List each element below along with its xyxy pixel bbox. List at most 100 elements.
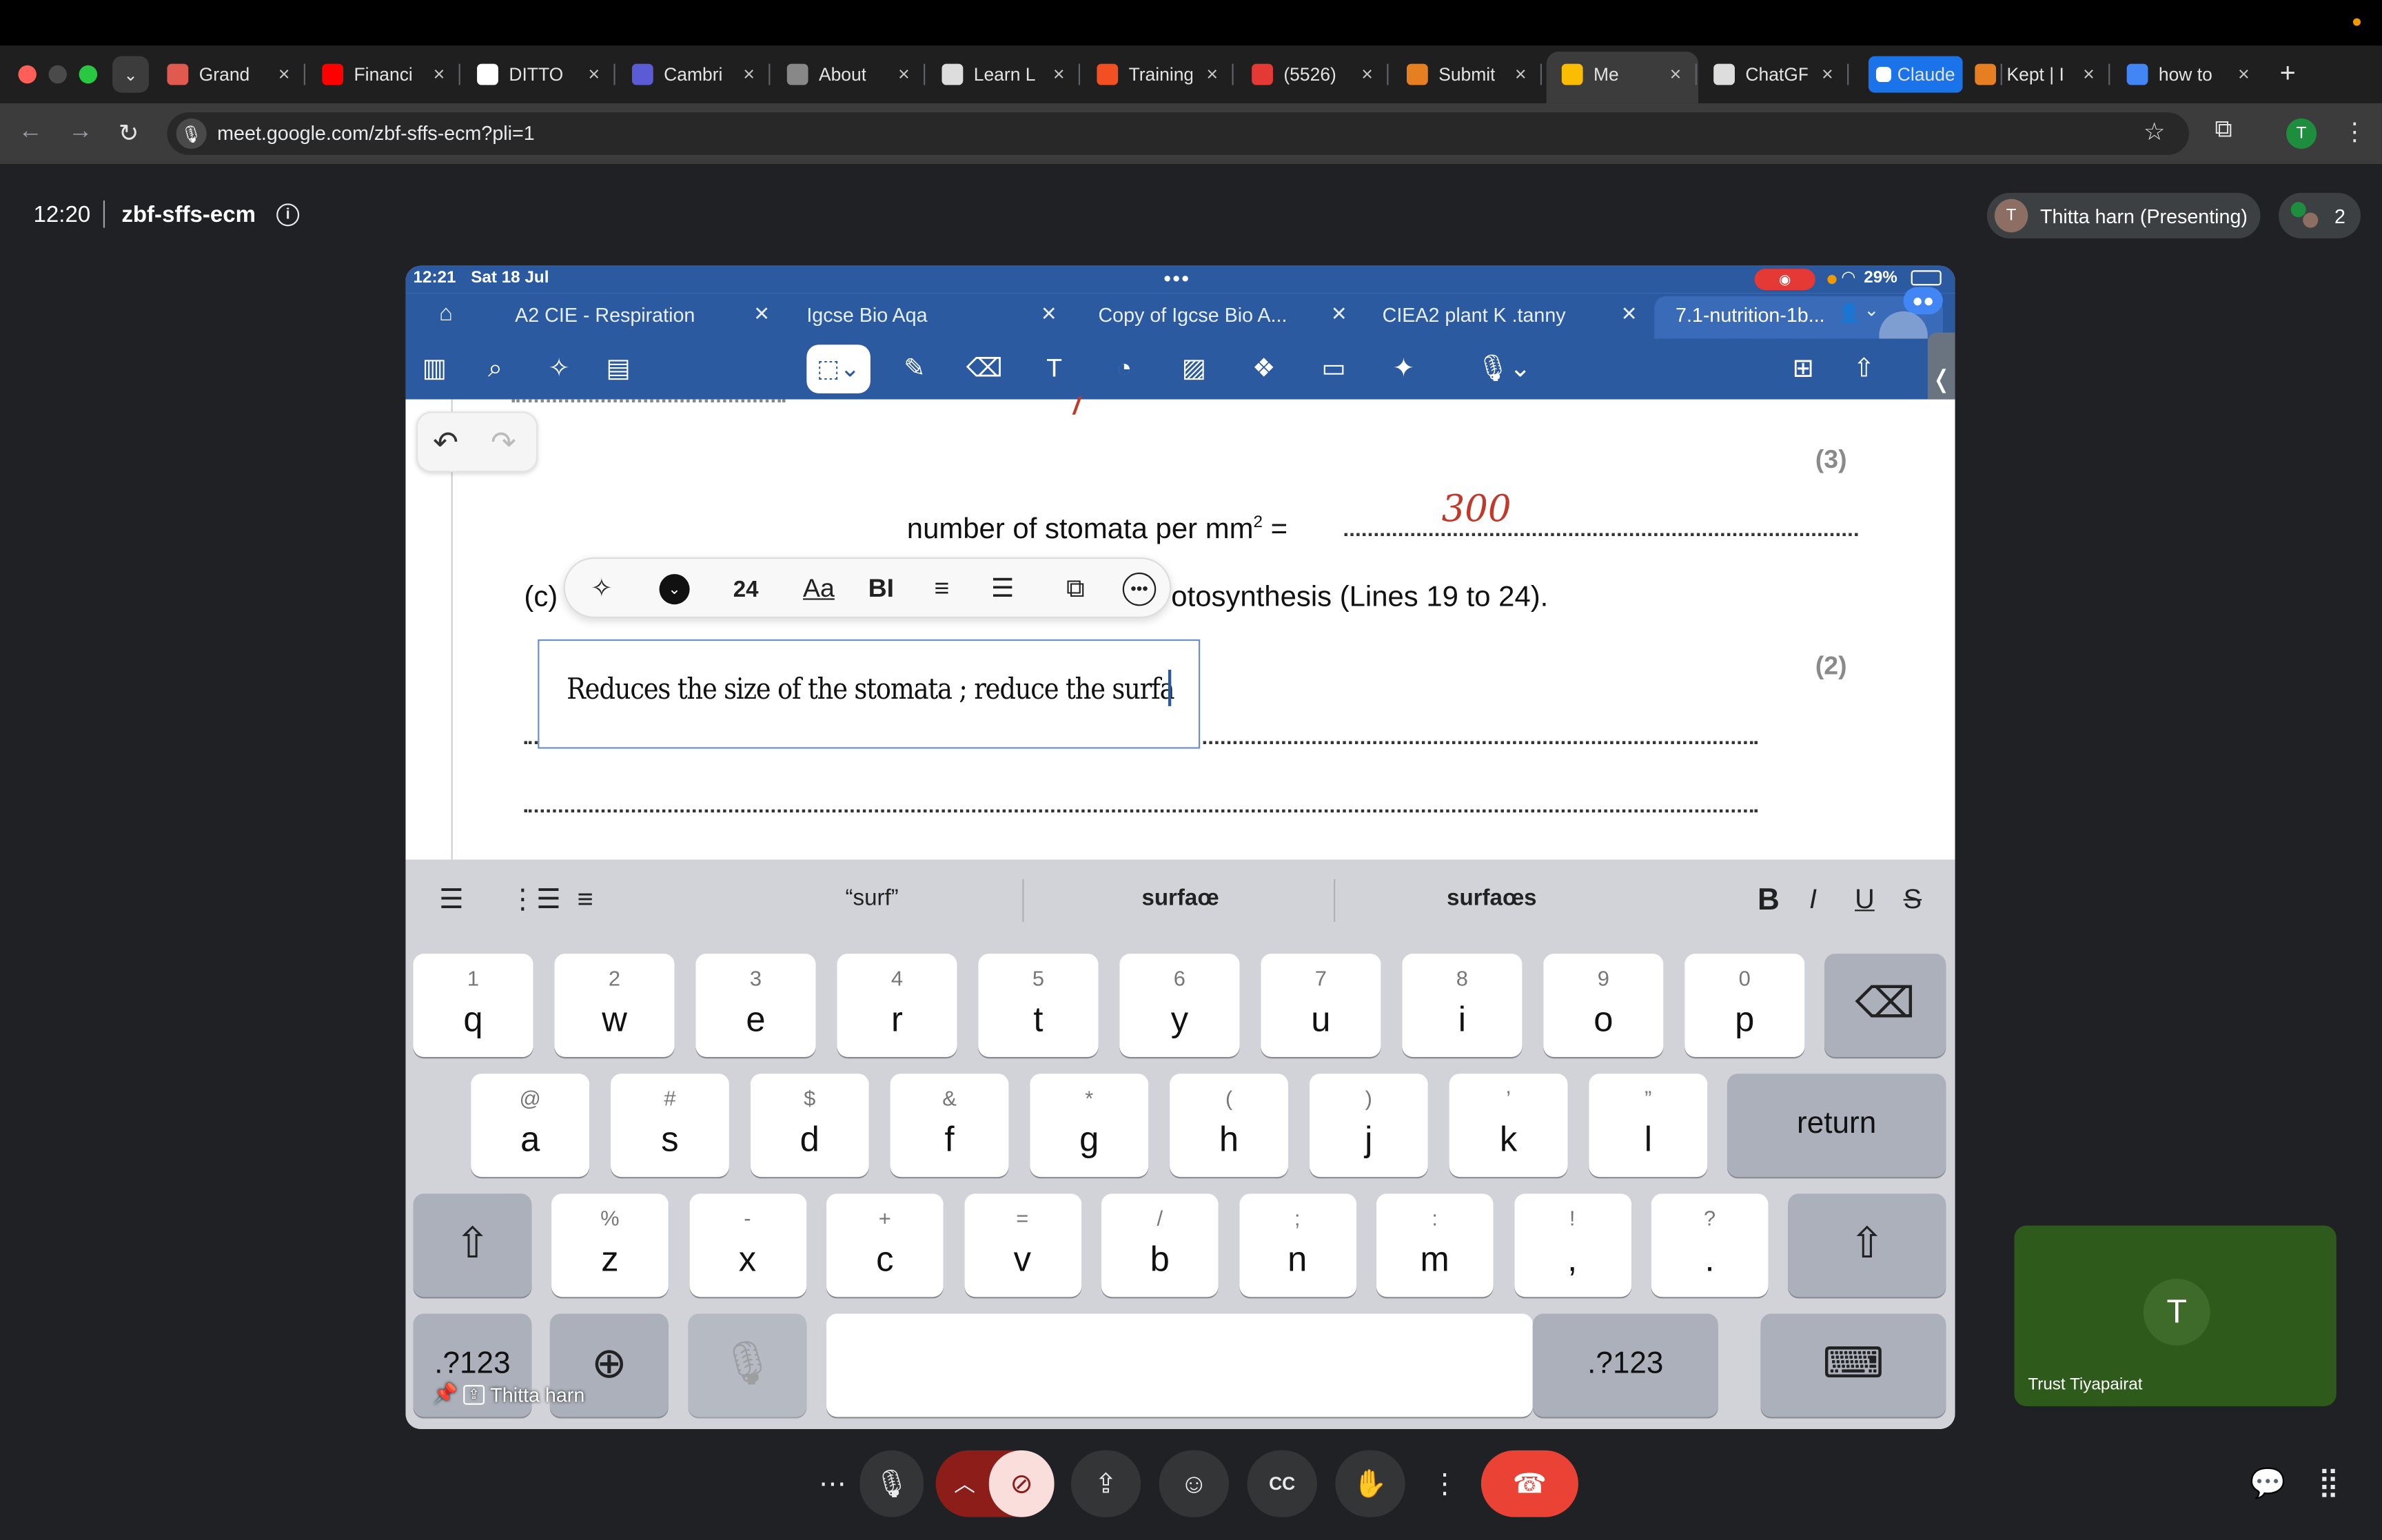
numbered-list-icon[interactable]: ⋮☰	[509, 884, 560, 916]
key-f[interactable]: & f	[890, 1074, 1009, 1178]
pen-icon[interactable]: ✎	[896, 351, 933, 387]
sticky-note-icon[interactable]: ▭	[1316, 351, 1352, 387]
chevron-up-icon[interactable]: ︿	[954, 1468, 975, 1499]
browser-tab[interactable]: Learn L	[941, 57, 1039, 93]
document-outline-icon[interactable]: ▤	[600, 351, 637, 387]
doc-tab-label[interactable]: CIEA2 plant K .tanny	[1383, 304, 1566, 327]
font-style-button[interactable]: Aa	[797, 573, 840, 606]
browser-tab[interactable]: (5526)	[1252, 57, 1347, 93]
suggestion-2[interactable]: surfaœ	[1089, 885, 1271, 911]
activities-grid-icon[interactable]: ⣿	[2318, 1466, 2339, 1501]
close-doc-tab-icon[interactable]: ✕	[1041, 302, 1057, 327]
text-box-content[interactable]: Reduces the size of the stomata ; reduce…	[567, 673, 1175, 706]
key-a[interactable]: @ a	[471, 1074, 590, 1178]
back-arrow-icon[interactable]: ←	[18, 119, 42, 146]
reload-icon[interactable]: ↻	[119, 119, 139, 149]
tab-dropdown-chevron-icon[interactable]: ⌄	[1864, 299, 1879, 320]
self-video-tile[interactable]: T Trust Tiyapairat	[2014, 1225, 2337, 1406]
new-tab-plus-icon[interactable]: +	[2270, 58, 2306, 91]
close-tab-icon[interactable]: ×	[1201, 62, 1223, 85]
extensions-puzzle-icon[interactable]: ⧉	[2215, 117, 2232, 145]
bookmark-star-icon[interactable]: ☆	[2144, 117, 2166, 147]
add-page-icon[interactable]: ⊞	[1785, 351, 1822, 387]
key-s[interactable]: # s	[611, 1074, 729, 1178]
browser-tab[interactable]: Grand	[167, 57, 264, 93]
key-i[interactable]: 8i	[1402, 954, 1523, 1057]
close-doc-tab-icon[interactable]: ✕	[1331, 302, 1347, 327]
ai-sparkle-icon[interactable]: ✧	[585, 573, 618, 606]
raise-hand-icon[interactable]: ✋	[1335, 1450, 1405, 1517]
font-size-value[interactable]: 24	[722, 573, 771, 606]
bold-icon[interactable]: B	[1758, 884, 1780, 919]
key-k[interactable]: ’ k	[1449, 1074, 1568, 1178]
chat-icon[interactable]: 💬	[2250, 1466, 2286, 1502]
browser-tab[interactable]: Training	[1097, 57, 1192, 93]
key-b[interactable]: / b	[1101, 1193, 1219, 1297]
dictation-key[interactable]: 🎙	[688, 1313, 807, 1417]
floating-widget-icon[interactable]: ●●	[1903, 287, 1943, 315]
suggestion-1[interactable]: “surf”	[781, 885, 963, 911]
key-c[interactable]: + c	[826, 1193, 944, 1297]
eraser-icon[interactable]: ⌫	[966, 351, 1003, 387]
pin-icon[interactable]: 📌	[433, 1382, 458, 1406]
image-icon[interactable]: ▨	[1176, 351, 1212, 387]
close-window-button[interactable]	[18, 65, 37, 84]
align-text-icon[interactable]: ≡	[925, 573, 958, 606]
key-e[interactable]: 3e	[695, 954, 816, 1057]
browser-menu-kebab-icon[interactable]: ⋮	[2343, 117, 2367, 147]
home-icon[interactable]: ⌂	[439, 300, 453, 326]
key-p[interactable]: 0p	[1684, 954, 1805, 1057]
lasso-tool-button[interactable]: ⬚⌄	[806, 345, 871, 393]
strikethrough-icon[interactable]: S	[1904, 884, 1922, 916]
key-d[interactable]: $ d	[750, 1074, 869, 1178]
key-j[interactable]: ) j	[1309, 1074, 1428, 1178]
presenter-chip[interactable]: T Thitta harn (Presenting)	[1986, 192, 2261, 239]
key-l[interactable]: ” l	[1589, 1074, 1708, 1178]
ai-sparkle-icon[interactable]: ✧	[541, 351, 578, 387]
key-comma[interactable]: !,	[1514, 1193, 1631, 1297]
doc-tab-label[interactable]: 7.1-nutrition-1b...	[1676, 304, 1825, 327]
profile-avatar[interactable]: T	[2286, 118, 2317, 149]
close-tab-icon[interactable]: ×	[274, 62, 295, 85]
share-export-icon[interactable]: ⇧	[1846, 351, 1882, 387]
more-options-icon[interactable]: •••	[1122, 572, 1157, 606]
key-t[interactable]: 5t	[978, 954, 1099, 1057]
present-screen-icon[interactable]: ⇪	[1070, 1450, 1141, 1517]
underline-icon[interactable]: U	[1855, 884, 1875, 916]
bold-italic-button[interactable]: BI	[858, 573, 904, 606]
redo-icon[interactable]: ↷	[491, 424, 516, 462]
close-tab-icon[interactable]: ×	[738, 62, 760, 85]
more-actions-ellipsis-icon[interactable]: ⋯	[802, 1450, 863, 1517]
end-call-icon[interactable]: ☎	[1480, 1450, 1578, 1517]
shift-key-left[interactable]: ⇧	[413, 1193, 532, 1297]
return-key[interactable]: return	[1727, 1074, 1946, 1178]
browser-tab[interactable]: About	[786, 57, 884, 93]
italic-icon[interactable]: I	[1809, 884, 1817, 916]
audio-record-icon[interactable]: 🎙⌄	[1469, 351, 1538, 387]
doc-tab-label[interactable]: A2 CIE - Respiration	[515, 304, 695, 327]
browser-tab[interactable]: ChatGF	[1713, 57, 1808, 93]
camera-off-icon[interactable]: ⊘	[988, 1450, 1055, 1517]
close-tab-icon[interactable]: ×	[583, 62, 604, 85]
text-box-style-icon[interactable]: ⧉	[1057, 573, 1094, 606]
key-q[interactable]: 1q	[413, 954, 533, 1057]
key-w[interactable]: 2w	[554, 954, 675, 1057]
laser-pointer-icon[interactable]: ✦	[1385, 351, 1422, 387]
browser-tab[interactable]: Submit	[1406, 57, 1501, 93]
microphone-button[interactable]: 🎙	[859, 1450, 924, 1517]
bullet-list-icon[interactable]: ☰	[986, 573, 1019, 606]
browser-tab[interactable]: Financi	[322, 57, 419, 93]
text-color-button[interactable]: ⌄	[658, 573, 691, 606]
key-period[interactable]: ?.	[1651, 1193, 1769, 1297]
key-v[interactable]: = v	[964, 1193, 1081, 1297]
browser-tab[interactable]: how to	[2126, 57, 2224, 93]
document-page[interactable]	[405, 399, 1955, 860]
close-doc-tab-icon[interactable]: ✕	[1621, 302, 1638, 327]
key-x[interactable]: -x	[689, 1193, 806, 1297]
key-y[interactable]: 6y	[1119, 954, 1240, 1057]
doc-tab-label[interactable]: Copy of Igcse Bio A...	[1098, 304, 1287, 327]
browser-tab[interactable]: Kept | I	[1975, 57, 2069, 93]
close-tab-icon[interactable]: ×	[1510, 62, 1531, 85]
captions-cc-icon[interactable]: CC	[1247, 1450, 1317, 1517]
backspace-key[interactable]: ⌫	[1824, 954, 1946, 1057]
